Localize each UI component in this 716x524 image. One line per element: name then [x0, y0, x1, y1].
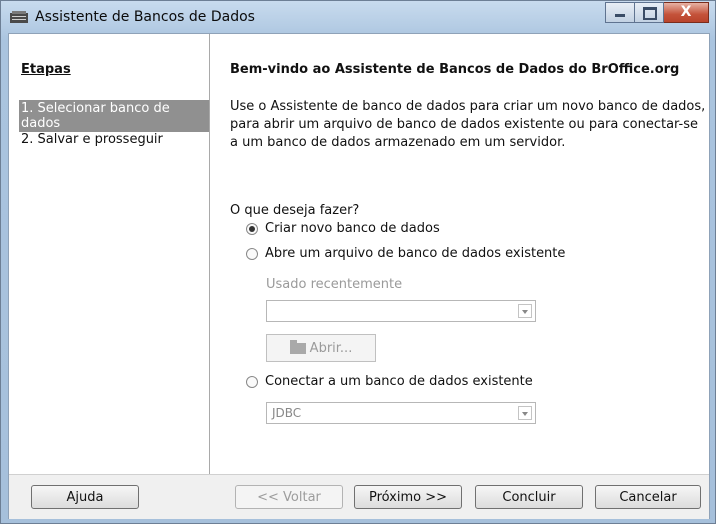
intro-text: Use o Assistente de banco de dados para …: [230, 99, 706, 150]
minimize-icon[interactable]: [605, 2, 635, 23]
option-open-existing-file-label: Abre um arquivo de banco de dados existe…: [265, 246, 566, 261]
close-glyph: X: [680, 4, 692, 20]
title-bar[interactable]: Assistente de Bancos de Dados X: [1, 1, 715, 33]
button-bar: Ajuda << Voltar Próximo >> Concluir Canc…: [9, 474, 709, 519]
main-panel: Bem-vindo ao Assistente de Bancos de Dad…: [210, 34, 709, 474]
back-button[interactable]: << Voltar: [235, 485, 343, 509]
wizard-window: Assistente de Bancos de Dados X Etapas 1…: [0, 0, 716, 524]
option-open-existing-file[interactable]: Abre um arquivo de banco de dados existe…: [246, 246, 565, 261]
radio-create-new[interactable]: [246, 222, 258, 235]
option-create-new[interactable]: Criar novo banco de dados: [246, 221, 440, 236]
step-save-and-proceed[interactable]: 2. Salvar e prosseguir: [21, 132, 163, 147]
steps-sidebar: Etapas 1. Selecionar banco de dados 2. S…: [9, 34, 210, 474]
recent-files-label: Usado recentemente: [266, 277, 403, 292]
option-connect-existing-label: Conectar a um banco de dados existente: [265, 374, 533, 389]
chevron-down-icon[interactable]: [518, 406, 532, 420]
window-title: Assistente de Bancos de Dados: [35, 9, 255, 25]
maximize-icon[interactable]: [635, 2, 664, 23]
open-file-button[interactable]: Abrir...: [266, 334, 376, 362]
next-button[interactable]: Próximo >>: [354, 485, 462, 509]
page-title: Bem-vindo ao Assistente de Bancos de Dad…: [230, 62, 680, 77]
connection-type-dropdown[interactable]: JDBC: [266, 402, 536, 424]
cancel-button[interactable]: Cancelar: [595, 485, 701, 509]
dialog-body: Etapas 1. Selecionar banco de dados 2. S…: [8, 33, 710, 519]
help-button[interactable]: Ajuda: [31, 485, 139, 509]
radio-connect-existing[interactable]: [246, 375, 258, 388]
chevron-down-icon[interactable]: [518, 304, 532, 318]
close-icon[interactable]: X: [664, 2, 709, 23]
option-connect-existing[interactable]: Conectar a um banco de dados existente: [246, 374, 533, 389]
open-file-button-label: Abrir...: [309, 340, 353, 356]
option-create-new-label: Criar novo banco de dados: [265, 221, 440, 236]
caption-buttons: X: [605, 2, 709, 24]
recent-files-dropdown[interactable]: [266, 300, 536, 322]
step-select-database[interactable]: 1. Selecionar banco de dados: [19, 100, 209, 132]
radio-open-existing-file[interactable]: [246, 247, 258, 260]
steps-title: Etapas: [21, 62, 71, 77]
connection-type-value: JDBC: [272, 406, 302, 420]
folder-icon: [289, 339, 306, 354]
database-app-icon: [10, 11, 28, 23]
question-label: O que deseja fazer?: [230, 203, 360, 218]
finish-button[interactable]: Concluir: [475, 485, 583, 509]
